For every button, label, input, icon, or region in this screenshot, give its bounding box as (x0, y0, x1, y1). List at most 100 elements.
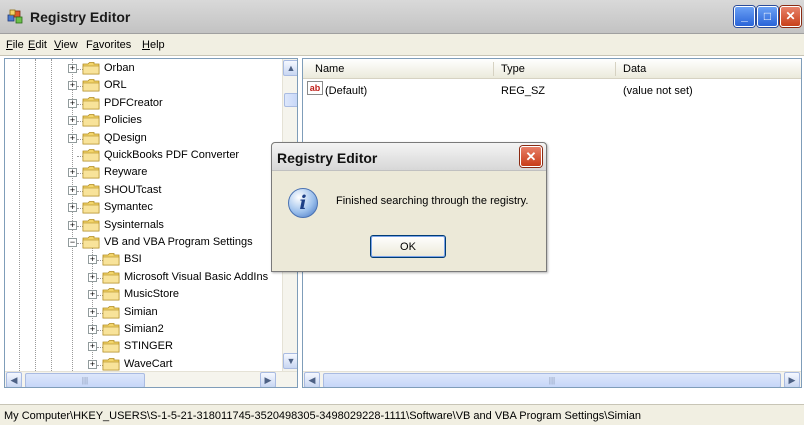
tree-item-label: Simian (124, 305, 158, 318)
tree-item[interactable]: + QDesign (68, 130, 288, 148)
value-name: (Default) (325, 85, 368, 97)
dialog-close-button[interactable]: ✕ (520, 146, 542, 167)
folder-icon (82, 236, 100, 249)
folder-icon (102, 253, 120, 266)
folder-icon (82, 201, 100, 214)
list-scroll-left-button[interactable]: ◀ (304, 372, 320, 387)
tree-item-label: PDFCreator (104, 96, 163, 109)
expand-icon[interactable]: + (88, 272, 97, 282)
scroll-down-button[interactable]: ▼ (283, 353, 297, 369)
tree-item-label: BSI (124, 253, 142, 266)
expand-icon[interactable]: + (88, 325, 97, 334)
tree-guide-line (35, 59, 36, 371)
tree-item[interactable]: + SHOUTcast (68, 182, 288, 200)
folder-icon (102, 288, 120, 301)
expand-icon[interactable]: + (88, 290, 97, 300)
tree-item-label: VB and VBA Program Settings (104, 236, 253, 248)
expand-icon[interactable]: + (68, 116, 77, 126)
value-type: REG_SZ (501, 85, 546, 97)
expand-icon[interactable]: + (68, 185, 77, 195)
tree-item-label: SHOUTcast (104, 183, 162, 196)
collapse-icon[interactable]: − (68, 238, 77, 247)
tree-horizontal-scrollbar[interactable]: ◀ ||| ▶ (5, 371, 297, 387)
tree-item-label: Symantec (104, 201, 153, 214)
expand-icon[interactable]: + (88, 255, 97, 265)
tree-scroll-left-button[interactable]: ◀ (6, 372, 22, 387)
tree-scroll-thumb[interactable] (284, 93, 297, 107)
menu-favorites[interactable]: Favorites (86, 39, 131, 51)
expand-icon[interactable]: + (68, 98, 77, 108)
list-horizontal-scrollbar[interactable]: ◀ ||| ▶ (303, 371, 801, 387)
list-header: Name Type Data (303, 59, 801, 79)
tree-item-label: STINGER (124, 340, 173, 353)
registry-editor-icon (7, 9, 23, 24)
list-scroll-right-button[interactable]: ▶ (784, 372, 800, 387)
folder-icon (82, 183, 100, 197)
search-finished-dialog: Registry Editor ✕ i Finished searching t… (271, 142, 547, 272)
expand-icon[interactable]: + (68, 64, 77, 73)
dialog-title: Registry Editor (277, 150, 378, 166)
expand-icon[interactable]: + (68, 220, 77, 230)
column-header-type[interactable]: Type (501, 63, 525, 75)
tree-item[interactable]: + Sysinternals (68, 217, 288, 235)
close-button[interactable]: ✕ (780, 6, 801, 27)
tree-item-label: MusicStore (124, 288, 180, 301)
expand-icon[interactable]: + (88, 342, 97, 352)
dialog-title-bar[interactable]: Registry Editor ✕ (272, 143, 546, 171)
tree-item[interactable]: + BSI (88, 251, 297, 269)
tree-item-label: WaveCart (124, 357, 173, 370)
column-header-data[interactable]: Data (623, 63, 646, 75)
menu-view[interactable]: View (54, 39, 78, 51)
scroll-up-button[interactable]: ▲ (283, 60, 297, 76)
tree-item-label: Policies (104, 114, 142, 127)
tree-item-label: Sysinternals (104, 218, 164, 231)
tree-item[interactable]: + ORL (68, 77, 288, 95)
tree-item[interactable]: + Microsoft Visual Basic AddIns (88, 269, 297, 287)
folder-icon (82, 149, 100, 162)
menu-file[interactable]: File (6, 39, 24, 51)
folder-icon (82, 96, 100, 110)
dialog-message: Finished searching through the registry. (336, 195, 529, 207)
menu-bar: File Edit View Favorites Help (0, 34, 804, 56)
folder-icon (82, 79, 100, 92)
tree-item[interactable]: + Policies (68, 112, 288, 130)
tree-item[interactable]: QuickBooks PDF Converter (68, 147, 288, 165)
tree-item[interactable]: + MusicStore (88, 286, 297, 304)
folder-icon (102, 270, 120, 284)
expand-icon[interactable]: + (88, 307, 97, 317)
tree-item[interactable]: + Simian2 (88, 321, 297, 339)
tree-item[interactable]: + Reyware (68, 164, 288, 182)
expand-icon[interactable]: + (68, 81, 77, 91)
expand-icon[interactable]: + (68, 203, 77, 213)
expand-icon[interactable]: + (88, 359, 97, 369)
folder-icon (82, 166, 100, 179)
tree-item-label: Orban (104, 62, 135, 74)
tree-hscroll-thumb[interactable]: ||| (25, 373, 145, 387)
tree-item[interactable]: + Symantec (68, 199, 288, 217)
column-header-name[interactable]: Name (315, 63, 344, 75)
folder-icon (82, 218, 100, 231)
tree-item[interactable]: − VB and VBA Program Settings (68, 234, 288, 252)
list-hscroll-thumb[interactable]: ||| (323, 373, 781, 387)
key-tree-pane[interactable]: + Orban + ORL + PDFCreator + Policies + QDesign Qu… (4, 58, 298, 388)
expand-icon[interactable]: + (68, 168, 77, 178)
tree-scroll-right-button[interactable]: ▶ (260, 372, 276, 387)
tree-item[interactable]: + PDFCreator (68, 95, 288, 113)
folder-icon (102, 340, 120, 353)
expand-icon[interactable]: + (68, 133, 77, 143)
maximize-button[interactable]: □ (757, 6, 778, 27)
minimize-button[interactable]: _ (734, 6, 755, 27)
folder-icon (102, 305, 120, 318)
menu-edit[interactable]: Edit (28, 39, 47, 51)
column-separator[interactable] (615, 62, 616, 76)
tree-item-label: QDesign (104, 131, 147, 144)
tree-item[interactable]: + Simian (88, 304, 297, 322)
tree-item[interactable]: + Orban (68, 60, 288, 78)
window-title: Registry Editor (30, 9, 131, 25)
status-path: My Computer\HKEY_USERS\S-1-5-21-31801174… (4, 410, 641, 422)
folder-icon (82, 114, 100, 127)
column-separator[interactable] (493, 62, 494, 76)
menu-help[interactable]: Help (142, 39, 165, 51)
ok-button[interactable]: OK (370, 235, 446, 258)
tree-item[interactable]: + STINGER (88, 338, 297, 356)
